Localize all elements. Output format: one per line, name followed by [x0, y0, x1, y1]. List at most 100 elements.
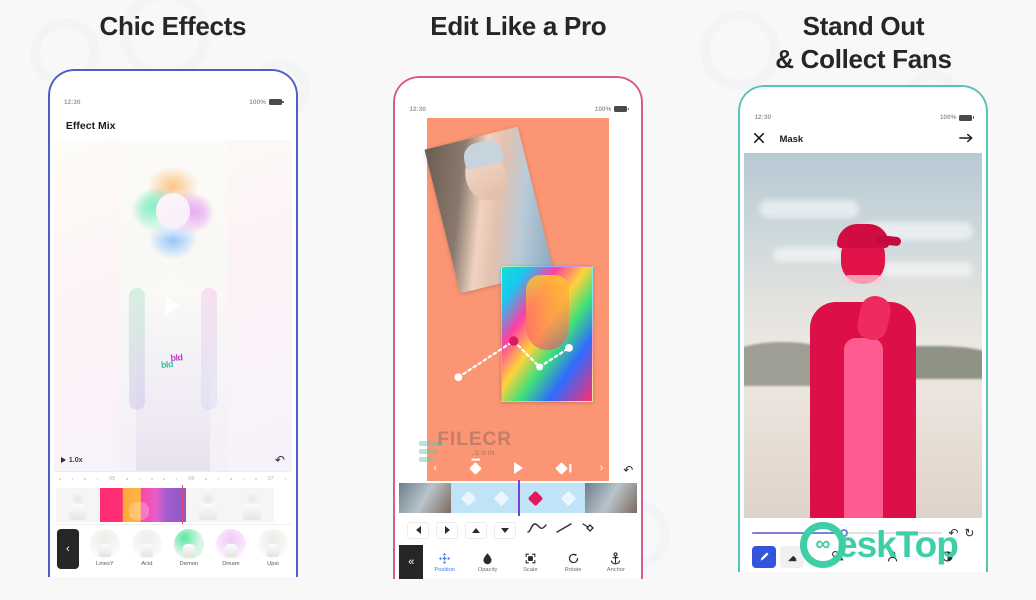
nudge-right-button[interactable] — [436, 521, 459, 539]
ease-curve-icon[interactable] — [527, 521, 548, 540]
mask-appbar: Mask — [744, 126, 983, 153]
keyframe-segment[interactable] — [451, 480, 586, 517]
mask-controls: ↶ ↻ — [744, 517, 983, 572]
collage-background[interactable]: FILECR .com ‹ › — [419, 118, 610, 482]
timeline-clip-right[interactable] — [585, 483, 638, 514]
chevron-left-icon[interactable]: ‹ — [433, 462, 437, 474]
phone-2-screen: 12:30 100% FILECR .com ‹ › ↶ « Position … — [399, 100, 638, 580]
tab-opacity[interactable]: Opacity — [466, 545, 509, 579]
tab-scale[interactable]: Scale — [509, 545, 552, 579]
timeline-clip-left[interactable] — [399, 483, 452, 514]
anchor-icon — [611, 552, 621, 565]
timeline-clip[interactable] — [55, 487, 100, 522]
chevron-right-icon[interactable]: › — [600, 462, 604, 474]
keyframe-timeline[interactable] — [399, 480, 638, 517]
play-overlay-icon[interactable] — [165, 296, 180, 315]
battery-icon — [268, 99, 284, 106]
mask-tool-bar[interactable] — [752, 542, 974, 572]
phone-1-screen: 12:30 100% Effect Mix bldbld 1.0x ↶ 05 0… — [53, 93, 292, 578]
brush-pen-icon[interactable] — [752, 545, 777, 568]
tab-anchor[interactable]: Anchor — [595, 545, 638, 579]
effect-item-linesy[interactable]: LinesY — [84, 529, 126, 567]
phone-mockup-3: 12:30 100% Mask ↶ ↻ — [738, 84, 989, 572]
reset-circle-icon[interactable]: ↻ — [964, 526, 974, 540]
nudge-left-button[interactable] — [407, 521, 430, 539]
keyframe-marker-active[interactable] — [527, 490, 543, 507]
phone-3-preview-canvas[interactable] — [744, 152, 983, 518]
subject-shirt — [844, 337, 883, 518]
invert-contrast-icon[interactable] — [920, 550, 975, 563]
tab-label: Rotate — [564, 566, 582, 573]
phone-1-preview-canvas[interactable]: bldbld 1.0x ↶ — [53, 140, 292, 472]
close-x-icon[interactable] — [753, 131, 765, 149]
undo-arrow-icon[interactable]: ↶ — [948, 526, 958, 540]
motion-path-overlay[interactable] — [427, 118, 609, 481]
next-keyframe-icon[interactable] — [554, 461, 568, 475]
effect-label: Dream — [222, 561, 240, 568]
linear-curve-icon[interactable] — [554, 521, 574, 540]
keyframe-marker[interactable] — [460, 490, 476, 507]
prev-keyframe-icon[interactable] — [469, 461, 482, 475]
nudge-and-curve-row[interactable] — [399, 515, 638, 546]
effect-item-upsi[interactable]: Upsi — [252, 529, 292, 567]
effects-carousel[interactable]: ‹ LinesY Acid Demon Dream Upsi — [53, 525, 292, 578]
timeline-playhead[interactable] — [518, 480, 520, 517]
phone-2-preview-canvas[interactable]: FILECR .com ‹ › ↶ — [399, 118, 638, 482]
brush-size-slider-row[interactable]: ↶ ↻ — [752, 524, 974, 542]
undo-arrow-icon[interactable]: ↶ — [623, 463, 633, 477]
promo-screenshot-board: Chic Effects 12:30 100% Effect Mix bldbl… — [0, 0, 1036, 600]
status-battery-pct: 100% — [594, 105, 612, 113]
effect-item-dream[interactable]: Dream — [210, 529, 252, 567]
effect-thumb-acid — [131, 529, 162, 560]
eraser-icon[interactable] — [780, 545, 805, 568]
panel-2-headline: Edit Like a Pro — [430, 11, 607, 41]
effect-item-demon[interactable]: Demon — [168, 529, 210, 567]
timeline-clip-effects[interactable] — [99, 487, 186, 522]
masked-subject-overlay[interactable] — [810, 218, 917, 518]
keyframe-marker[interactable] — [493, 490, 510, 507]
undo-arrow-icon[interactable]: ↶ — [275, 454, 285, 466]
panel-stand-out: Stand Out & Collect Fans 12:30 100% Mask — [691, 0, 1036, 600]
canvas-playback-bar[interactable]: ‹ › — [427, 455, 609, 481]
shapes-icon[interactable] — [810, 550, 865, 563]
nudge-down-button[interactable] — [494, 521, 517, 539]
phone-mockup-1: 12:30 100% Effect Mix bldbld 1.0x ↶ 05 0… — [47, 69, 298, 578]
panel-3-headline: Stand Out & Collect Fans — [775, 10, 952, 77]
transform-tab-bar[interactable]: « Position Opacity Scale Rotate Anchor — [399, 545, 638, 580]
tab-position[interactable]: Position — [423, 545, 466, 579]
phone-1-playback-row: 1.0x ↶ — [54, 449, 292, 471]
nudge-up-button[interactable] — [465, 521, 488, 539]
play-icon — [60, 457, 66, 464]
status-time: 12:30 — [63, 98, 81, 106]
panel-edit-like-a-pro: Edit Like a Pro 12:30 100% FILECR .com ‹… — [346, 0, 691, 600]
status-time: 12:30 — [409, 105, 426, 113]
scale-frame-icon — [525, 553, 536, 564]
timeline-ruler[interactable]: 05 06 07 — [53, 471, 292, 485]
tab-label: Scale — [523, 566, 538, 573]
effect-thumb-upsi — [257, 529, 288, 560]
brush-size-slider[interactable] — [752, 528, 943, 537]
timeline-track[interactable] — [53, 485, 292, 526]
subject-cap — [837, 224, 890, 249]
status-right: 100% — [940, 114, 975, 121]
shirt-graphic-text: bldbld — [160, 351, 183, 370]
tab-label: Anchor — [606, 566, 626, 573]
double-chevron-left-icon[interactable]: « — [399, 545, 424, 580]
tab-rotate[interactable]: Rotate — [552, 545, 595, 579]
chevron-left-icon[interactable]: ‹ — [56, 529, 79, 570]
status-battery-pct: 100% — [249, 98, 266, 106]
timeline-clip[interactable] — [229, 487, 274, 522]
play-icon[interactable] — [513, 462, 523, 475]
slider-knob[interactable] — [839, 528, 848, 537]
speed-indicator[interactable]: 1.0x — [60, 457, 83, 464]
headline-line-2: & Collect Fans — [775, 44, 952, 75]
keyframe-node-icon[interactable] — [581, 521, 599, 540]
timeline-playhead[interactable] — [181, 485, 184, 525]
person-icon[interactable] — [865, 550, 920, 563]
arrow-right-icon[interactable] — [959, 131, 973, 149]
battery-icon — [614, 106, 630, 113]
timeline-clip[interactable] — [185, 487, 230, 522]
phone-1-statusbar: 12:30 100% — [54, 93, 292, 111]
effect-item-acid[interactable]: Acid — [126, 529, 168, 567]
keyframe-marker[interactable] — [560, 490, 577, 507]
